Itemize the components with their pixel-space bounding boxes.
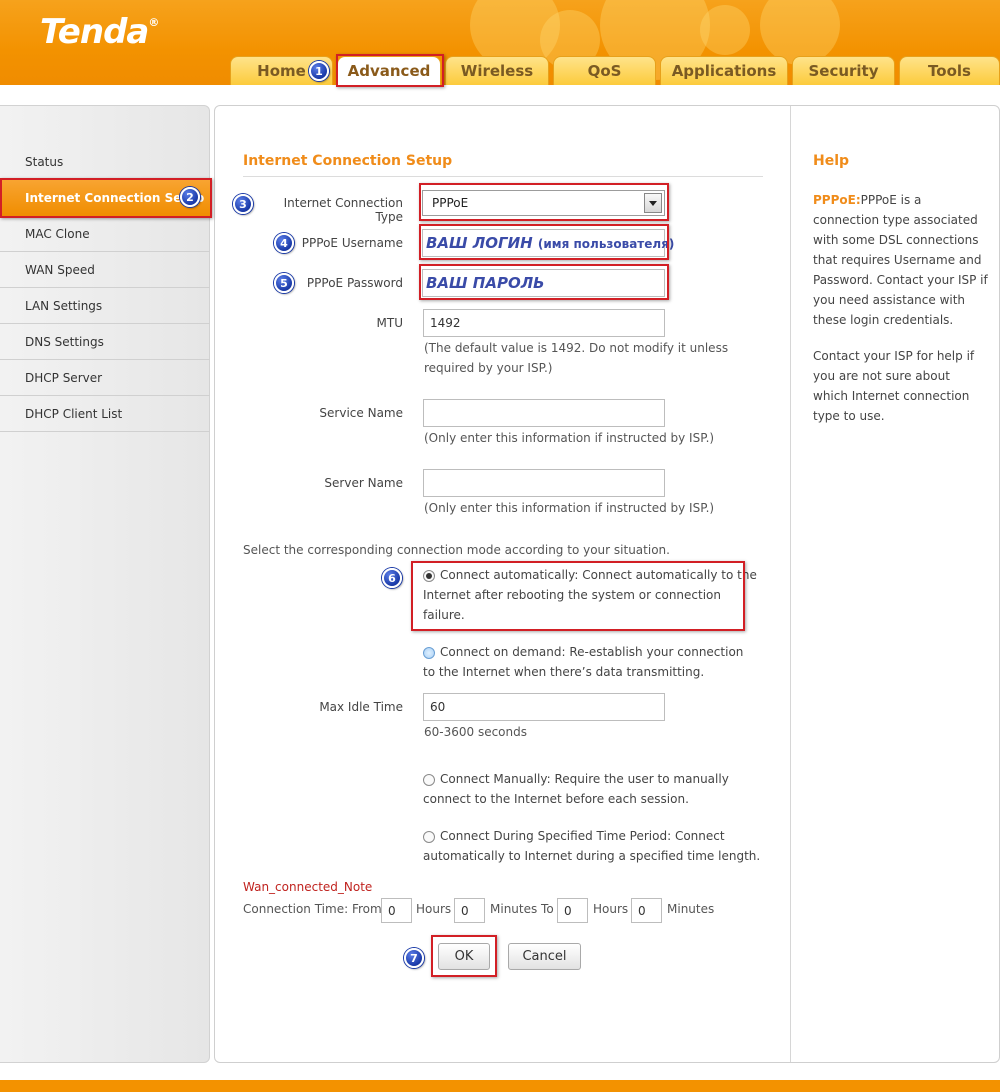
connect-auto-radio[interactable] (423, 570, 435, 582)
tab-advanced[interactable]: Advanced (337, 56, 441, 85)
footer-bar (0, 1080, 1000, 1092)
chevron-down-icon[interactable] (644, 193, 662, 213)
connect-manually-radio[interactable] (423, 774, 435, 786)
connect-period-line-2: automatically to Internet during a speci… (423, 849, 761, 863)
connection-type-select[interactable]: PPPoE (422, 190, 665, 216)
max-idle-input[interactable]: 60 (423, 693, 665, 721)
connection-type-label: Internet Connection Type (283, 196, 403, 224)
connection-time-label: Connection Time: From (243, 902, 382, 916)
step-marker-2: 2 (180, 187, 200, 207)
wan-connected-note: Wan_connected_Note (243, 880, 373, 894)
step-marker-4: 4 (274, 233, 294, 253)
mode-intro: Select the corresponding connection mode… (243, 543, 670, 557)
sidebar-item-dhcp-client-list[interactable]: DHCP Client List (0, 396, 210, 432)
server-name-input[interactable] (423, 469, 665, 497)
mtu-input[interactable]: 1492 (423, 309, 665, 337)
minutes-label-2: Minutes (667, 902, 715, 916)
sidebar-item-internet-connection-setup[interactable]: Internet Connection Setup (0, 180, 210, 216)
max-idle-label: Max Idle Time (319, 700, 403, 714)
to-hours-input[interactable]: 0 (557, 898, 588, 923)
step-marker-6: 6 (382, 568, 402, 588)
ok-button[interactable]: OK (438, 943, 490, 970)
minutes-to-label: Minutes To (490, 902, 554, 916)
sidebar-item-wan-speed[interactable]: WAN Speed (0, 252, 210, 288)
sidebar-item-mac-clone[interactable]: MAC Clone (0, 216, 210, 252)
service-name-input[interactable] (423, 399, 665, 427)
tab-wireless[interactable]: Wireless (445, 56, 549, 85)
from-minutes-input[interactable]: 0 (454, 898, 485, 923)
tenda-logo: Tenda® (40, 12, 159, 52)
username-value: ВАШ ЛОГИН (имя пользователя) (426, 234, 675, 252)
server-name-hint: (Only enter this information if instruct… (424, 501, 715, 515)
help-paragraph-1: PPPoE:PPPoE is a connection type associa… (813, 193, 988, 327)
connect-auto-line-2: Internet after rebooting the system or c… (423, 588, 722, 602)
sidebar-item-lan-settings[interactable]: LAN Settings (0, 288, 210, 324)
help-title: Help (813, 153, 850, 169)
cancel-button[interactable]: Cancel (508, 943, 581, 970)
step-marker-5: 5 (274, 273, 294, 293)
sidebar-item-dns-settings[interactable]: DNS Settings (0, 324, 210, 360)
hours-label-1: Hours (416, 902, 452, 916)
connect-manually-line-2: connect to the Internet before each sess… (423, 792, 689, 806)
mtu-label: MTU (376, 316, 403, 330)
title-underline (243, 176, 763, 177)
connect-on-demand-line-2: to the Internet when there’s data transm… (423, 665, 705, 679)
from-hours-input[interactable]: 0 (381, 898, 412, 923)
mtu-hint-2: required by your ISP.) (424, 361, 553, 375)
tab-qos[interactable]: QoS (553, 56, 656, 85)
sidebar-item-status[interactable]: Status (0, 144, 210, 180)
step-marker-7: 7 (404, 948, 424, 968)
connect-on-demand-radio[interactable] (423, 647, 435, 659)
connection-type-value: PPPoE (432, 196, 469, 210)
service-name-hint: (Only enter this information if instruct… (424, 431, 715, 445)
password-value: ВАШ ПАРОЛЬ (426, 274, 545, 292)
page-title: Internet Connection Setup (243, 153, 453, 169)
connect-manually-line-1: Connect Manually: Require the user to ma… (440, 772, 729, 786)
connect-auto-line-3: failure. (423, 608, 465, 622)
connect-period-line-1: Connect During Specified Time Period: Co… (440, 829, 725, 843)
sidebar: Status Internet Connection Setup MAC Clo… (0, 105, 210, 1063)
to-minutes-input[interactable]: 0 (631, 898, 662, 923)
help-paragraph-2: Contact your ISP for help if you are not… (813, 349, 975, 423)
step-marker-3: 3 (233, 194, 253, 214)
tab-tools[interactable]: Tools (899, 56, 1000, 85)
service-name-label: Service Name (319, 406, 403, 420)
help-divider (790, 106, 791, 1062)
tab-applications[interactable]: Applications (660, 56, 788, 85)
step-marker-1: 1 (309, 61, 329, 81)
hours-label-2: Hours (593, 902, 629, 916)
connect-period-radio[interactable] (423, 831, 435, 843)
mtu-hint-1: (The default value is 1492. Do not modif… (424, 341, 729, 355)
connect-auto-line-1: Connect automatically: Connect automatic… (440, 568, 757, 582)
connect-on-demand-line-1: Connect on demand: Re-establish your con… (440, 645, 744, 659)
sidebar-item-dhcp-server[interactable]: DHCP Server (0, 360, 210, 396)
server-name-label: Server Name (324, 476, 403, 490)
max-idle-hint: 60-3600 seconds (424, 725, 528, 739)
tab-security[interactable]: Security (792, 56, 895, 85)
